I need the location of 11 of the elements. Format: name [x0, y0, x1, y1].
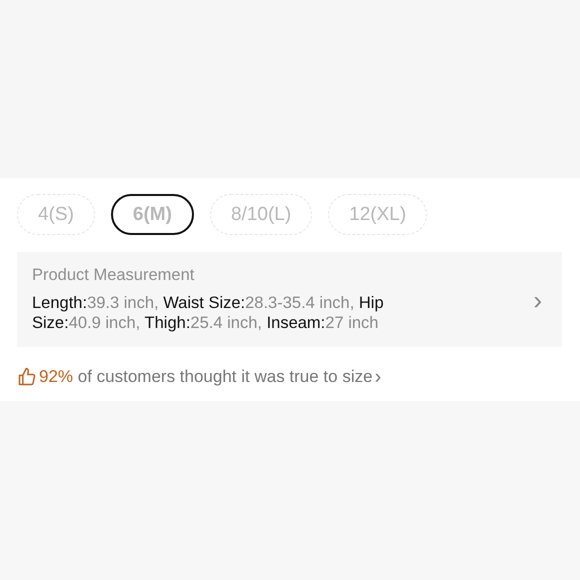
chevron-icon: ›: [374, 367, 382, 387]
measurement-text: Length:39.3 inch, Waist Size:28.3-35.4 inch, Hip Size:40.9 inch, Thigh:25.4 inch, Inseam:27 inch: [32, 293, 385, 333]
size-option[interactable]: 8/10(L): [210, 194, 312, 235]
true-to-size-text[interactable]: 92% of customers thought it was true to size: [39, 367, 373, 387]
size-option[interactable]: 6(M): [110, 194, 194, 235]
thumbs-up-icon: [17, 367, 37, 387]
chevron-icon: ›: [533, 286, 542, 312]
measurement-card[interactable]: Product Measurement Length:39.3 inch, Waist Size:28.3-35.4 inch, Hip Size:40.9 inch, Thigh:25.4 inch, Inseam:27 inch ›: [17, 252, 562, 347]
size-option[interactable]: 4(S): [17, 194, 95, 235]
measurement-title: Product Measurement: [32, 266, 196, 285]
size-option[interactable]: 12(XL): [328, 194, 428, 235]
